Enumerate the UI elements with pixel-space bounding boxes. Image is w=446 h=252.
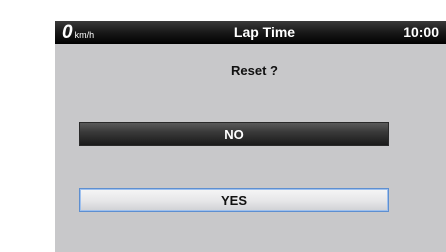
status-bar: 0 km/h Lap Time 10:00 bbox=[55, 21, 446, 44]
reset-prompt: Reset ? bbox=[231, 63, 278, 78]
lap-time-reset-screen: 0 km/h Lap Time 10:00 Reset ? NO YES bbox=[55, 21, 446, 252]
yes-button[interactable]: YES bbox=[79, 188, 389, 212]
clock: 10:00 bbox=[403, 24, 439, 40]
screen-title: Lap Time bbox=[233, 24, 296, 40]
no-button[interactable]: NO bbox=[79, 122, 389, 146]
